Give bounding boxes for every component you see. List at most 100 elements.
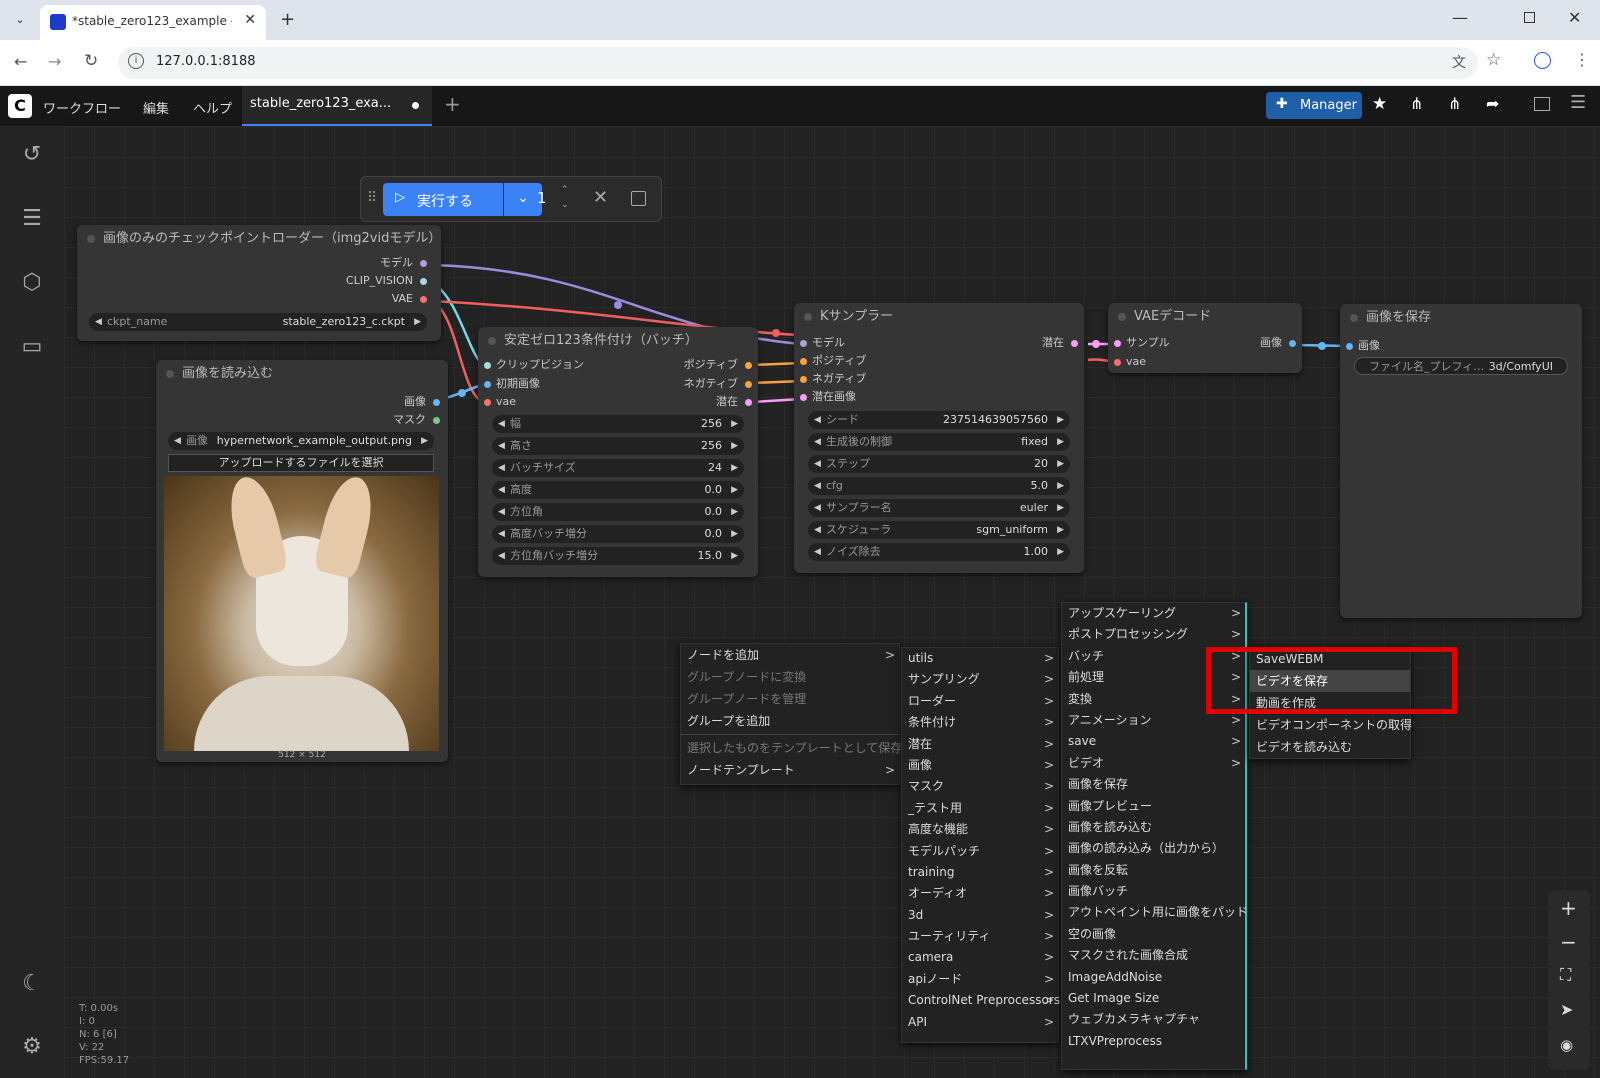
- category-item-4[interactable]: 潜在 >: [902, 734, 1058, 755]
- ckpt-name-widget[interactable]: ◀ ckpt_name stable_zero123_c.ckpt ▶: [89, 313, 427, 331]
- image-item-20[interactable]: LTXVPreprocess: [1062, 1031, 1245, 1052]
- input-clip-slot[interactable]: [484, 362, 491, 369]
- zoom-out-icon[interactable]: −: [1560, 930, 1577, 954]
- menu-help[interactable]: ヘルプ: [193, 98, 232, 117]
- menu-node-templates[interactable]: ノードテンプレート >: [681, 759, 899, 781]
- image-item-19[interactable]: ウェブカメラキャプチャ: [1062, 1009, 1245, 1030]
- output-model-slot[interactable]: [420, 260, 427, 267]
- category-item-9[interactable]: モデルパッチ >: [902, 841, 1058, 862]
- add-workflow-tab-icon[interactable]: +: [444, 92, 461, 116]
- output-positive-slot[interactable]: [745, 362, 752, 369]
- azimuth-batch-increment-widget[interactable]: ◀ 方位角バッチ増分 15.0 ▶: [492, 547, 744, 565]
- cube-icon[interactable]: ⬡: [18, 269, 46, 297]
- new-tab-button[interactable]: +: [280, 9, 295, 30]
- back-icon[interactable]: ←: [14, 52, 27, 71]
- image-item-17[interactable]: ImageAddNoise: [1062, 967, 1245, 988]
- steps-widget[interactable]: ◀ ステップ 20 ▶: [808, 455, 1070, 473]
- tab-list-button[interactable]: ⌄: [8, 8, 32, 32]
- moon-icon[interactable]: ☾: [18, 970, 46, 998]
- category-item-17[interactable]: API >: [902, 1012, 1058, 1033]
- input-image-slot[interactable]: [484, 381, 491, 388]
- cfg-widget[interactable]: ◀ cfg 5.0 ▶: [808, 477, 1070, 495]
- zoom-in-icon[interactable]: +: [1560, 896, 1577, 920]
- stride-icon[interactable]: ⋔: [1410, 94, 1423, 113]
- menu-add-node[interactable]: ノードを追加 >: [681, 644, 899, 666]
- image-item-11[interactable]: 画像の読み込み（出力から）: [1062, 838, 1245, 859]
- url-field[interactable]: [118, 47, 1478, 79]
- bookmark-star-icon[interactable]: ☆: [1486, 50, 1501, 70]
- control-after-generate-widget[interactable]: ◀ 生成後の制御 fixed ▶: [808, 433, 1070, 451]
- category-item-5[interactable]: 画像 >: [902, 755, 1058, 776]
- category-item-3[interactable]: 条件付け >: [902, 712, 1058, 733]
- node-ksampler[interactable]: Kサンプラー モデル ポジティブ ネガティブ 潜在画像 潜在 ◀ シード 23751…: [794, 303, 1084, 573]
- category-item-11[interactable]: オーディオ >: [902, 883, 1058, 904]
- input-vae-slot[interactable]: [1114, 359, 1121, 366]
- run-count-input[interactable]: 1: [537, 189, 547, 207]
- category-item-7[interactable]: _テスト用 >: [902, 798, 1058, 819]
- image-item-6[interactable]: save >: [1062, 731, 1245, 752]
- menu-workflow[interactable]: ワークフロー: [43, 98, 121, 117]
- batch-size-widget[interactable]: ◀ バッチサイズ 24 ▶: [492, 459, 744, 477]
- drag-handle-icon[interactable]: ⠿: [367, 190, 377, 206]
- elevation-batch-increment-widget[interactable]: ◀ 高度バッチ増分 0.0 ▶: [492, 525, 744, 543]
- node-vae-decode[interactable]: VAEデコード サンプル vae 画像: [1108, 303, 1302, 373]
- image-item-14[interactable]: アウトペイント用に画像をパッド: [1062, 902, 1248, 923]
- height-widget[interactable]: ◀ 高さ 256 ▶: [492, 437, 744, 455]
- elevation-widget[interactable]: ◀ 高度 0.0 ▶: [492, 481, 744, 499]
- seed-widget[interactable]: ◀ シード 237514639057560 ▶: [808, 411, 1070, 429]
- output-vae-slot[interactable]: [420, 296, 427, 303]
- workflow-tab[interactable]: stable_zero123_exa...: [242, 86, 432, 126]
- navigate-icon[interactable]: ➤: [1560, 1000, 1573, 1019]
- video-item-3[interactable]: ビデオコンポーネントの取得: [1250, 714, 1412, 736]
- close-window-button[interactable]: ✕: [1568, 8, 1581, 27]
- output-clip-slot[interactable]: [420, 278, 427, 285]
- node-zero123-conditioning[interactable]: 安定ゼロ123条件付け（バッチ） クリップビジョン 初期画像 vae ポジティブ…: [478, 327, 758, 577]
- scheduler-widget[interactable]: ◀ スケジューラ sgm_uniform ▶: [808, 521, 1070, 539]
- image-item-12[interactable]: 画像を反転: [1062, 860, 1245, 881]
- minimize-button[interactable]: —: [1452, 8, 1468, 27]
- reload-icon[interactable]: ↻: [84, 51, 98, 71]
- site-info-icon[interactable]: i: [128, 53, 144, 69]
- hamburger-menu-icon[interactable]: ☰: [1570, 92, 1586, 113]
- menu-convert-group-node[interactable]: グループノードに変換: [681, 666, 899, 688]
- image-item-7[interactable]: ビデオ >: [1062, 753, 1245, 774]
- visibility-eye-icon[interactable]: ◉: [1560, 1036, 1573, 1054]
- input-vae-slot[interactable]: [484, 399, 491, 406]
- image-item-9[interactable]: 画像プレビュー: [1062, 796, 1245, 817]
- node-checkpoint-loader[interactable]: 画像のみのチェックポイントローダー（img2vidモデル） モデル CLIP_V…: [77, 225, 441, 341]
- comfy-logo[interactable]: C: [8, 94, 32, 118]
- node-save-image[interactable]: 画像を保存 画像 ファイル名_プレフィ… 3d/ComfyUI: [1340, 304, 1582, 618]
- category-item-10[interactable]: training >: [902, 862, 1058, 883]
- stop-icon[interactable]: [631, 191, 646, 206]
- image-item-18[interactable]: Get Image Size: [1062, 988, 1245, 1009]
- image-select-widget[interactable]: ◀ 画像 hypernetwork_example_output.png ▶: [168, 432, 434, 450]
- sampler-name-widget[interactable]: ◀ サンプラー名 euler ▶: [808, 499, 1070, 517]
- menu-add-group[interactable]: グループを追加: [681, 710, 899, 732]
- upload-file-button[interactable]: アップロードするファイルを選択: [168, 454, 434, 472]
- manager-button[interactable]: ✚ Manager: [1266, 92, 1362, 119]
- history-icon[interactable]: ↺: [18, 141, 46, 169]
- menu-manage-group-node[interactable]: グループノードを管理: [681, 688, 899, 710]
- output-latent-slot[interactable]: [745, 399, 752, 406]
- category-item-1[interactable]: サンプリング >: [902, 669, 1058, 690]
- image-item-16[interactable]: マスクされた画像合成: [1062, 945, 1245, 966]
- image-item-15[interactable]: 空の画像: [1062, 924, 1245, 945]
- browser-menu-icon[interactable]: ⋮: [1574, 50, 1590, 69]
- image-item-10[interactable]: 画像を読み込む: [1062, 817, 1245, 838]
- folder-icon[interactable]: ▭: [18, 333, 46, 361]
- video-item-4[interactable]: ビデオを読み込む: [1250, 736, 1410, 758]
- run-button[interactable]: ▷ 実行する: [383, 183, 503, 216]
- category-item-15[interactable]: apiノード >: [902, 969, 1058, 990]
- forward-icon[interactable]: →: [48, 52, 61, 71]
- stride-alt-icon[interactable]: ⋔: [1448, 94, 1461, 113]
- menu-save-as-template[interactable]: 選択したものをテンプレートとして保存: [681, 737, 902, 759]
- image-item-8[interactable]: 画像を保存: [1062, 774, 1245, 795]
- image-item-0[interactable]: アップスケーリング >: [1062, 603, 1245, 624]
- filename-prefix-widget[interactable]: ファイル名_プレフィ… 3d/ComfyUI: [1354, 357, 1568, 375]
- input-latent-slot[interactable]: [800, 394, 807, 401]
- output-negative-slot[interactable]: [745, 381, 752, 388]
- maximize-button[interactable]: [1524, 12, 1535, 23]
- output-image-slot[interactable]: [1289, 340, 1296, 347]
- denoise-widget[interactable]: ◀ ノイズ除去 1.00 ▶: [808, 543, 1070, 561]
- settings-gear-icon[interactable]: ⚙: [18, 1033, 46, 1061]
